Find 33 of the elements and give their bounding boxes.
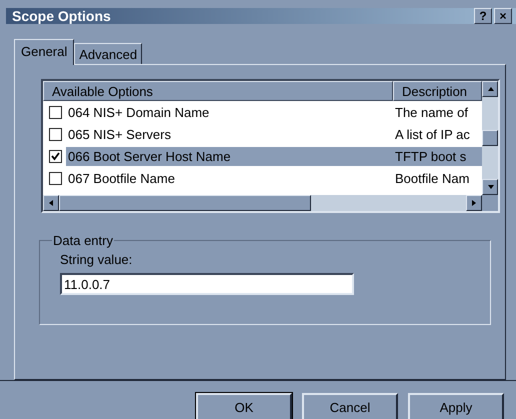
horizontal-scrollbar[interactable]: [43, 195, 482, 211]
option-description: The name of: [394, 104, 469, 122]
ok-button[interactable]: OK: [196, 393, 292, 419]
group-title: Data entry: [52, 233, 114, 248]
cancel-button[interactable]: Cancel: [302, 393, 398, 419]
apply-button[interactable]: Apply: [408, 393, 504, 419]
close-button[interactable]: ×: [494, 8, 512, 24]
vertical-scrollbar[interactable]: [482, 81, 498, 195]
checkbox[interactable]: [49, 172, 62, 184]
scroll-left-icon: [46, 199, 56, 207]
tab[interactable]: Advanced: [74, 43, 142, 64]
option-name[interactable]: 065 NIS+ Servers: [66, 124, 393, 144]
option-name[interactable]: 064 NIS+ Domain Name: [66, 102, 393, 122]
scroll-right-icon: [470, 199, 478, 207]
window-title: Scope Options: [12, 8, 111, 24]
checkbox[interactable]: [49, 150, 62, 162]
option-description: TFTP boot s: [393, 146, 482, 166]
scroll-down-icon: [486, 183, 494, 191]
tab[interactable]: General: [14, 39, 74, 65]
option-name[interactable]: 067 Bootfile Name: [66, 168, 393, 188]
option-name[interactable]: 066 Boot Server Host Name: [66, 146, 393, 166]
help-button[interactable]: ?: [474, 8, 492, 24]
scroll-up-icon: [486, 85, 494, 93]
checkbox[interactable]: [49, 106, 62, 118]
column-header[interactable]: Description: [393, 81, 482, 101]
scroll-thumb[interactable]: [482, 130, 498, 146]
column-header[interactable]: Available Options: [43, 81, 393, 101]
scrollbar-corner: [482, 195, 498, 211]
field-label: String value:: [60, 252, 134, 267]
option-description: Bootfile Nam: [394, 170, 470, 188]
option-description: A list of IP ac: [394, 126, 471, 144]
string-value-field[interactable]: 11.0.0.7: [60, 273, 354, 295]
checkbox[interactable]: [49, 128, 62, 140]
